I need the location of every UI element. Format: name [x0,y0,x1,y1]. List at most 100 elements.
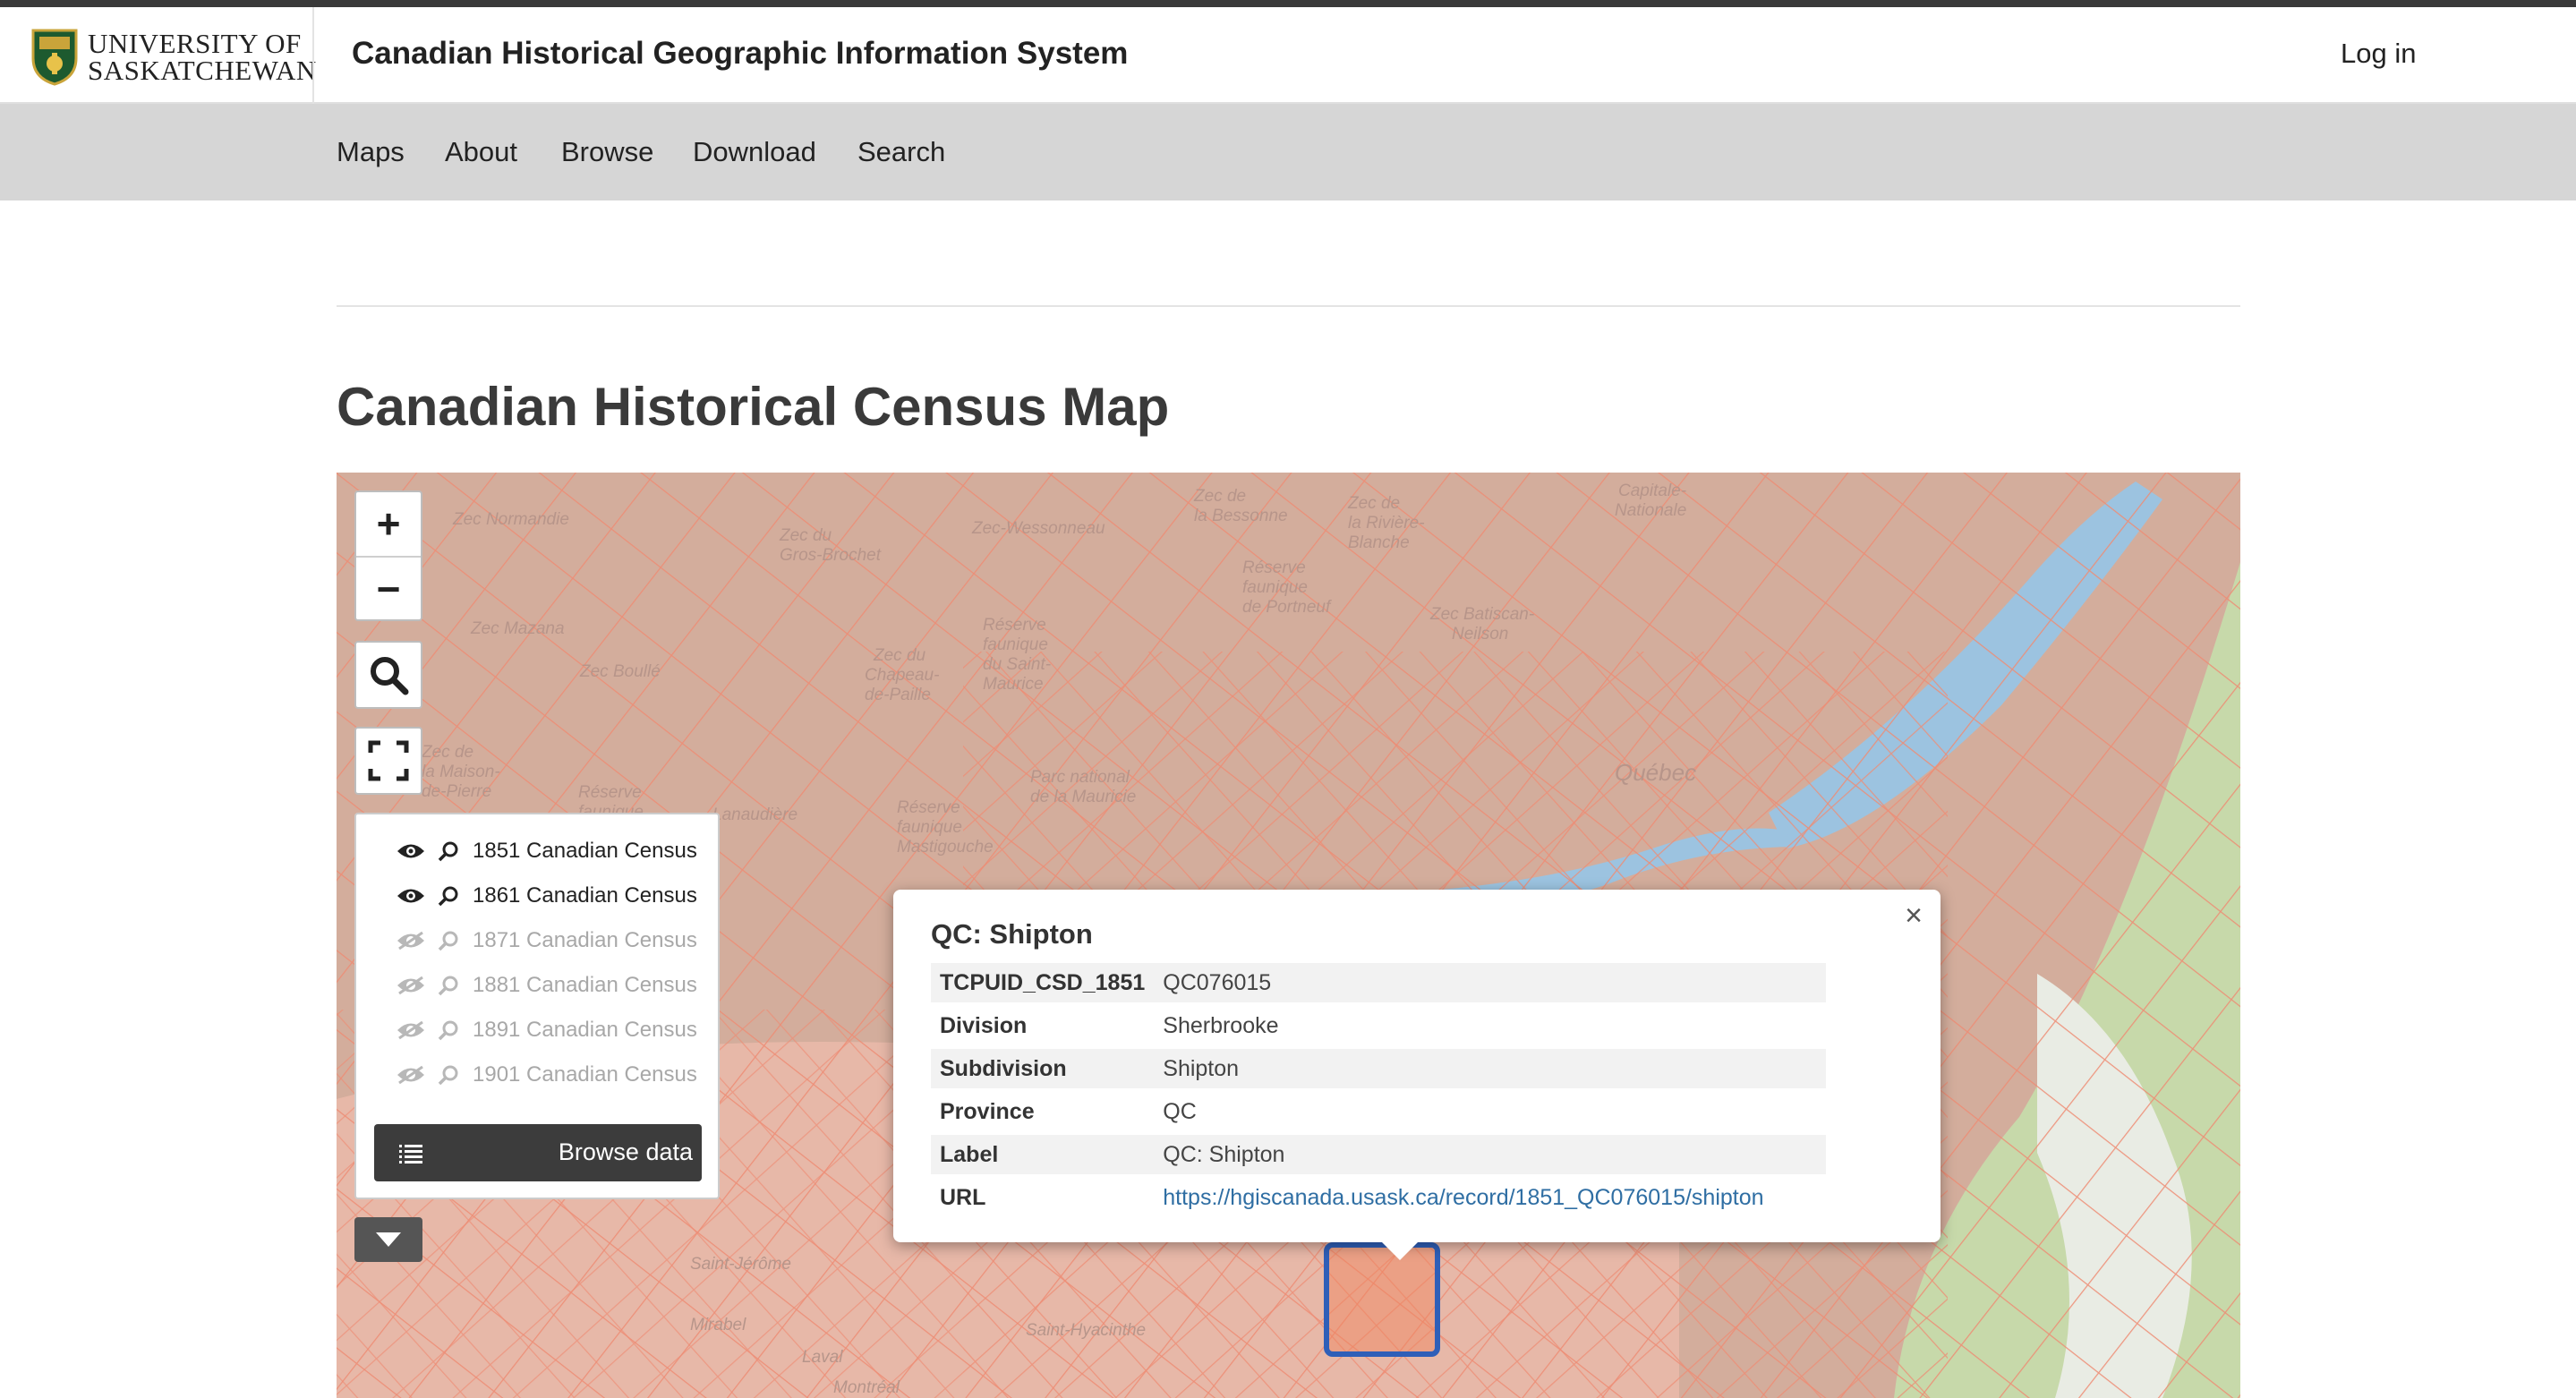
popup-attributes-table: TCPUID_CSD_1851 QC076015 Division Sherbr… [931,959,1826,1221]
svg-text:Saint-Hyacinthe: Saint-Hyacinthe [1026,1321,1146,1340]
content-divider [337,305,2240,307]
svg-text:Zec-Wessonneau: Zec-Wessonneau [971,519,1105,538]
svg-text:de la Mauricie: de la Mauricie [1030,788,1136,806]
attr-key: Division [940,1012,1028,1038]
feature-popup: × QC: Shipton TCPUID_CSD_1851 QC076015 D… [893,890,1941,1242]
main-nav: Maps About Browse Download Search [0,104,2576,200]
layer-1861[interactable]: 1861 Canadian Census [396,881,697,911]
svg-text:Zec Boullé: Zec Boullé [579,662,661,681]
zoom-to-layer-icon[interactable] [437,840,460,863]
attr-value: Sherbrooke [1163,1012,1279,1038]
nav-item-maps[interactable]: Maps [337,136,405,168]
eye-icon[interactable] [396,886,426,906]
attr-value: QC: Shipton [1154,1135,1826,1174]
svg-text:Réserve: Réserve [897,798,960,817]
table-row: Label QC: Shipton [931,1135,1826,1174]
fullscreen-button[interactable] [354,727,422,795]
svg-text:Montréal: Montréal [833,1378,900,1397]
svg-text:Blanche: Blanche [1348,533,1410,552]
layer-1851[interactable]: 1851 Canadian Census [396,836,697,866]
nav-item-download[interactable]: Download [693,136,816,168]
map-search-button[interactable] [354,641,422,709]
fullscreen-icon [368,740,409,781]
zoom-control: + − [354,490,422,621]
svg-text:Québec: Québec [1615,759,1696,786]
zoom-to-layer-icon[interactable] [437,1019,460,1042]
record-url-link[interactable]: https://hgiscanada.usask.ca/record/1851_… [1163,1185,1763,1210]
layer-1901[interactable]: 1901 Canadian Census [396,1060,697,1090]
layer-panel: 1851 Canadian Census 1861 Canadian Censu… [354,813,720,1199]
zoom-in-button[interactable]: + [356,492,421,555]
attr-key: Label [931,1135,1155,1174]
eye-icon[interactable] [396,841,426,861]
zoom-to-layer-icon[interactable] [437,1063,460,1087]
svg-text:Chapeau-: Chapeau- [865,666,939,685]
layer-1871[interactable]: 1871 Canadian Census [396,925,697,956]
eye-slash-icon[interactable] [396,931,426,950]
attr-key: Province [940,1098,1035,1124]
svg-text:la Maison-: la Maison- [422,763,500,781]
university-logo[interactable]: UNIVERSITY OF SASKATCHEWAN [30,25,317,90]
layer-1881[interactable]: 1881 Canadian Census [396,970,697,1001]
census-map[interactable]: Zec Normandie Zec du Gros-Brochet Zec-Wes… [337,473,2240,1398]
layer-label: 1881 Canadian Census [473,973,697,997]
svg-text:faunique: faunique [983,635,1048,654]
svg-text:Réserve: Réserve [1242,558,1306,577]
browse-data-button[interactable]: Browse data [374,1124,702,1181]
svg-text:Parc national: Parc national [1030,768,1130,787]
svg-text:Zec de: Zec de [421,743,473,762]
svg-text:Mirabel: Mirabel [690,1316,746,1334]
logo-wordmark: UNIVERSITY OF SASKATCHEWAN [88,30,317,84]
eye-slash-icon[interactable] [396,1020,426,1040]
close-icon[interactable]: × [1905,899,1923,933]
nav-item-search[interactable]: Search [857,136,945,168]
caret-down-icon [376,1232,401,1247]
zoom-to-layer-icon[interactable] [437,974,460,997]
table-row: Division Sherbrooke [931,1006,1826,1045]
svg-text:Lanaudière: Lanaudière [712,806,798,824]
svg-text:de-Paille: de-Paille [865,686,931,704]
zoom-to-layer-icon[interactable] [437,884,460,908]
svg-text:faunique: faunique [1242,578,1308,597]
svg-text:Mastigouche: Mastigouche [897,838,994,857]
logo-line-2: SASKATCHEWAN [88,55,317,86]
popup-pointer [1380,1240,1420,1260]
attr-value: QC [1163,1098,1197,1124]
svg-text:Zec Mazana: Zec Mazana [470,619,565,638]
svg-text:Zec du: Zec du [873,646,926,665]
attr-key: URL [940,1184,986,1210]
eye-slash-icon[interactable] [396,1065,426,1085]
svg-text:Zec du: Zec du [779,526,832,545]
search-icon [371,657,409,695]
login-link[interactable]: Log in [2341,38,2416,70]
svg-text:Réserve: Réserve [983,616,1046,635]
collapse-panel-button[interactable] [354,1217,422,1262]
layer-1891[interactable]: 1891 Canadian Census [396,1015,697,1045]
svg-text:Zec de: Zec de [1347,494,1400,513]
svg-text:de-Pierre: de-Pierre [422,782,491,801]
header-divider [312,7,314,104]
nav-item-about[interactable]: About [445,136,517,168]
layer-label: 1901 Canadian Census [473,1062,697,1087]
shield-icon [31,29,78,86]
attr-value: Shipton [1154,1049,1826,1088]
nav-item-browse[interactable]: Browse [561,136,653,168]
logo-line-1: UNIVERSITY OF [88,28,302,59]
table-row: TCPUID_CSD_1851 QC076015 [931,963,1826,1002]
svg-text:Capitale-: Capitale- [1618,482,1686,500]
svg-text:Maurice: Maurice [983,675,1044,694]
table-row: Province QC [931,1092,1826,1131]
top-accent-bar [0,0,2576,7]
site-title[interactable]: Canadian Historical Geographic Informati… [352,36,1128,72]
svg-text:Zec de: Zec de [1193,487,1246,506]
svg-text:Neilson: Neilson [1452,625,1508,644]
svg-text:Laval: Laval [802,1348,843,1367]
svg-text:Saint-Jérôme: Saint-Jérôme [690,1255,791,1274]
eye-slash-icon[interactable] [396,976,426,995]
zoom-out-button[interactable]: − [356,558,421,620]
zoom-to-layer-icon[interactable] [437,929,460,952]
attr-value: QC076015 [1154,963,1826,1002]
svg-text:la Bessonne: la Bessonne [1194,507,1288,525]
svg-text:la Rivière-: la Rivière- [1348,514,1425,533]
layer-label: 1891 Canadian Census [473,1018,697,1042]
